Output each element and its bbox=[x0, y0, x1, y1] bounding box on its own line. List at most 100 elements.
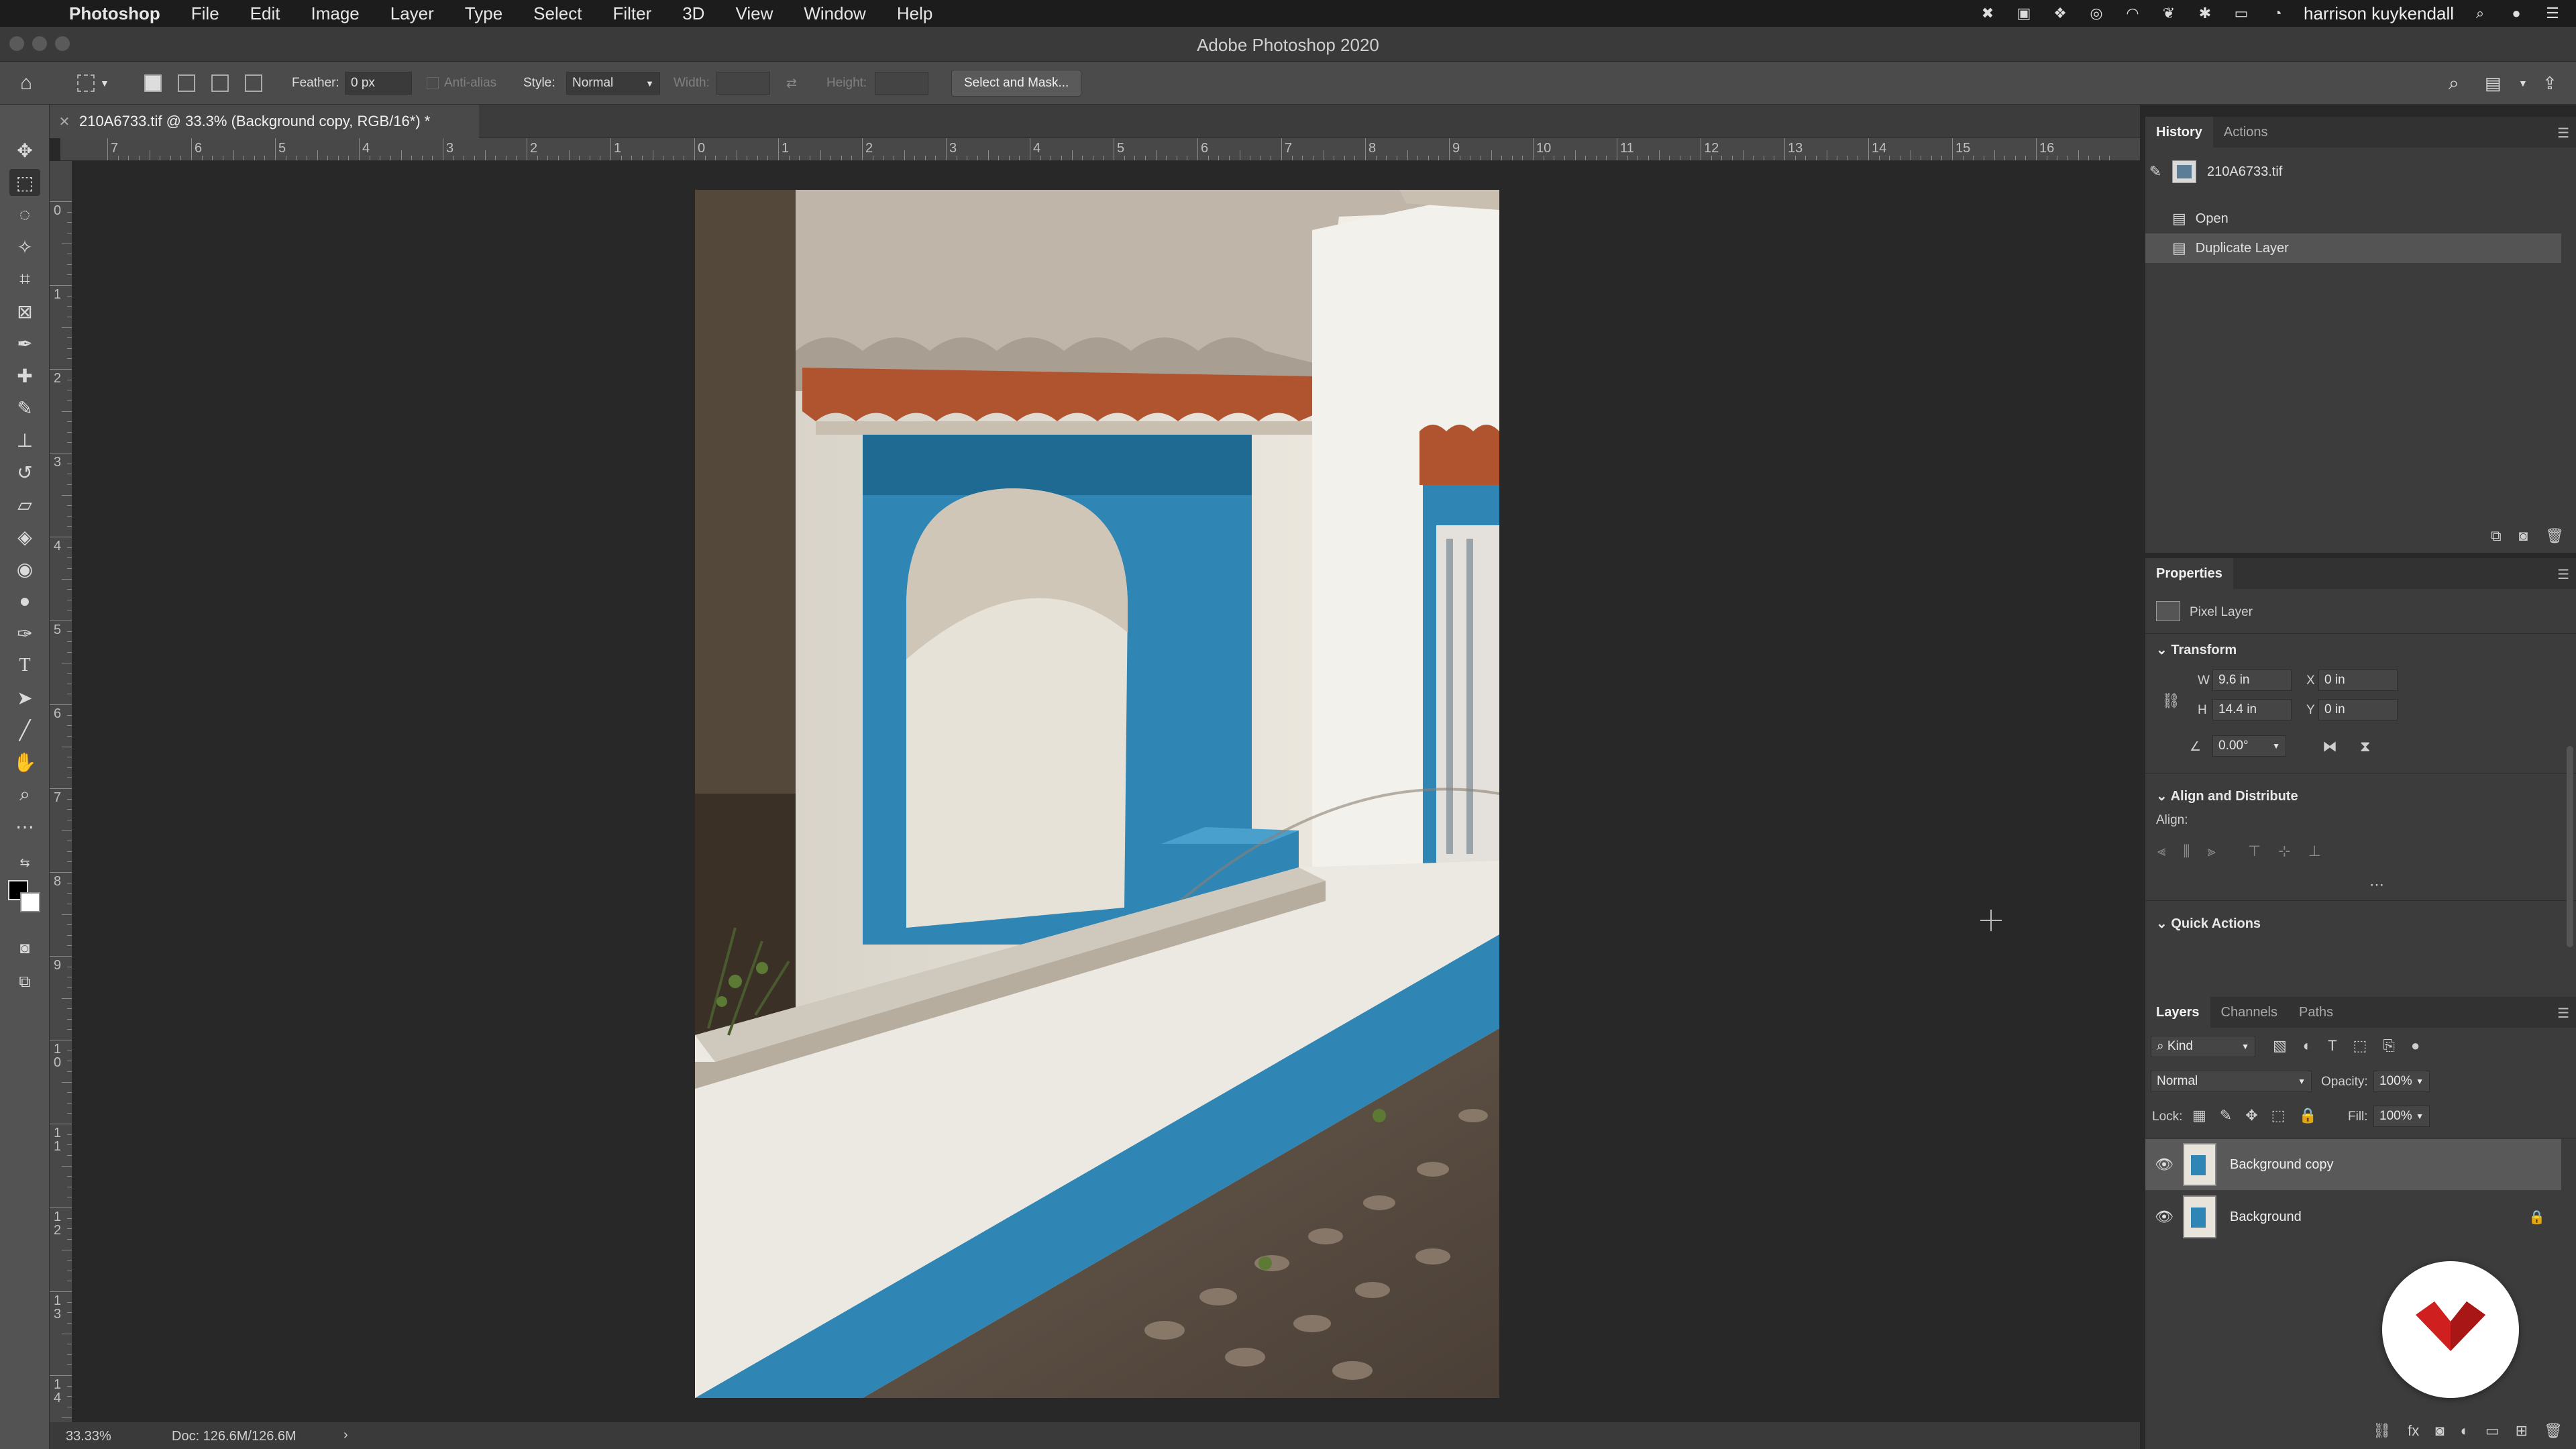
selection-subtract-button[interactable] bbox=[211, 62, 229, 105]
workspace-icon[interactable]: ▤ bbox=[2485, 62, 2502, 105]
link-dimensions-icon[interactable]: ⛓ bbox=[2161, 692, 2180, 710]
layer-row-background-copy[interactable]: 👁 Background copy bbox=[2145, 1139, 2561, 1190]
height-input[interactable] bbox=[875, 72, 928, 95]
menu-edit[interactable]: Edit bbox=[235, 3, 296, 24]
menu-help[interactable]: Help bbox=[881, 3, 948, 24]
tab-properties[interactable]: Properties bbox=[2145, 558, 2233, 589]
vertical-ruler[interactable]: 0 1 2 3 4 5 6 7 8 9 10 11 12 13 14 bbox=[50, 161, 72, 1422]
width-field[interactable]: 9.6 in bbox=[2212, 669, 2292, 691]
gauge-icon[interactable]: ◠ bbox=[2123, 5, 2143, 22]
new-group-icon[interactable]: ▭ bbox=[2485, 1422, 2500, 1440]
layer-filter-select[interactable]: ⌕ Kind ▼ bbox=[2151, 1036, 2255, 1057]
select-and-mask-button[interactable]: Select and Mask... bbox=[951, 70, 1082, 97]
airplay-icon[interactable]: ▭ bbox=[2231, 5, 2251, 22]
menu-3d[interactable]: 3D bbox=[667, 3, 720, 24]
quick-actions-section-header[interactable]: ⌄ Quick Actions bbox=[2156, 915, 2261, 932]
siri-icon[interactable]: ● bbox=[2506, 5, 2526, 22]
lock-position-icon[interactable]: ✥ bbox=[2245, 1107, 2257, 1124]
selection-add-button[interactable] bbox=[178, 62, 195, 105]
align-right-edges-icon[interactable]: ⫸ bbox=[2208, 843, 2216, 860]
zoom-tool-icon[interactable]: ⌕ bbox=[9, 781, 40, 808]
wifi-icon[interactable]: ◔ bbox=[2267, 5, 2288, 22]
close-document-icon[interactable]: ✕ bbox=[50, 113, 79, 130]
brush-tool-icon[interactable]: ✎ bbox=[9, 394, 40, 421]
status-menu-chevron-icon[interactable]: › bbox=[343, 1428, 348, 1443]
flip-vertical-icon[interactable]: ⧗ bbox=[2360, 738, 2370, 755]
filter-toggle-icon[interactable]: ● bbox=[2411, 1037, 2420, 1055]
lock-image-pixels-icon[interactable]: ✎ bbox=[2220, 1107, 2232, 1124]
align-vertical-centers-icon[interactable]: ⊹ bbox=[2278, 843, 2290, 860]
history-panel-menu-icon[interactable]: ☰ bbox=[2557, 125, 2569, 142]
screen-mode-icon[interactable]: ⧉ bbox=[9, 969, 40, 996]
align-bottom-edges-icon[interactable]: ⊥ bbox=[2308, 843, 2321, 860]
bluetooth-icon[interactable]: ✱ bbox=[2195, 5, 2215, 22]
link-layers-icon[interactable]: ⛓ bbox=[2373, 1422, 2392, 1440]
blend-mode-select[interactable]: Normal ▼ bbox=[2151, 1071, 2312, 1092]
feather-input[interactable]: 0 px bbox=[345, 72, 412, 95]
menu-type[interactable]: Type bbox=[449, 3, 518, 24]
zoom-level[interactable]: 33.33% bbox=[66, 1429, 111, 1444]
delete-state-icon[interactable]: 🗑 bbox=[2545, 527, 2564, 545]
background-color-swatch[interactable] bbox=[20, 892, 40, 912]
line-tool-icon[interactable]: ╱ bbox=[9, 716, 40, 743]
notification-center-icon[interactable]: ☰ bbox=[2542, 5, 2563, 22]
visibility-eye-icon[interactable]: 👁 bbox=[2145, 1208, 2183, 1226]
type-tool-icon[interactable]: T bbox=[9, 652, 40, 679]
filter-shape-icon[interactable]: ⬚ bbox=[2353, 1037, 2367, 1055]
menu-select[interactable]: Select bbox=[518, 3, 597, 24]
eraser-tool-icon[interactable]: ▱ bbox=[9, 491, 40, 518]
menu-file[interactable]: File bbox=[176, 3, 235, 24]
document-image[interactable] bbox=[695, 190, 1499, 1398]
properties-panel-menu-icon[interactable]: ☰ bbox=[2557, 566, 2569, 583]
history-brush-tool-icon[interactable]: ↺ bbox=[9, 459, 40, 486]
add-mask-icon[interactable]: ◙ bbox=[2435, 1422, 2444, 1440]
pen-tool-icon[interactable]: ✑ bbox=[9, 620, 40, 647]
eyedropper-tool-icon[interactable]: ✒ bbox=[9, 330, 40, 357]
marquee-preset-picker[interactable]: ▼ bbox=[77, 62, 109, 105]
filter-smart-object-icon[interactable]: ⎘ bbox=[2383, 1037, 2395, 1055]
new-snapshot-icon[interactable]: ◙ bbox=[2519, 527, 2528, 545]
crop-tool-icon[interactable]: ⌗ bbox=[9, 266, 40, 292]
swap-colors-icon[interactable]: ⇆ bbox=[9, 849, 40, 876]
opacity-field[interactable]: 100% ▼ bbox=[2373, 1071, 2430, 1092]
tab-paths[interactable]: Paths bbox=[2288, 997, 2344, 1028]
tray-close-icon[interactable]: ✖ bbox=[1978, 5, 1998, 22]
dodge-tool-icon[interactable]: ● bbox=[9, 588, 40, 614]
fill-field[interactable]: 100% ▼ bbox=[2373, 1106, 2430, 1127]
delete-layer-icon[interactable]: 🗑 bbox=[2544, 1422, 2563, 1440]
history-snapshot[interactable]: ✎ 210A6733.tif bbox=[2145, 157, 2561, 186]
filter-type-icon[interactable]: T bbox=[2328, 1037, 2337, 1055]
filter-adjustment-icon[interactable]: ◐ bbox=[2303, 1037, 2312, 1055]
quick-mask-icon[interactable]: ◙ bbox=[9, 935, 40, 962]
layer-style-fx-icon[interactable]: fx bbox=[2408, 1422, 2419, 1440]
menu-app-photoshop[interactable]: Photoshop bbox=[54, 3, 176, 24]
spotlight-search-icon[interactable]: ⌕ bbox=[2470, 5, 2490, 22]
hand-tool-icon[interactable]: ✋ bbox=[9, 749, 40, 775]
menu-filter[interactable]: Filter bbox=[597, 3, 667, 24]
new-adjustment-layer-icon[interactable]: ◐ bbox=[2461, 1422, 2469, 1440]
dropbox-icon[interactable]: ❖ bbox=[2050, 5, 2070, 22]
align-section-header[interactable]: ⌄ Align and Distribute bbox=[2156, 788, 2298, 804]
magic-wand-tool-icon[interactable]: ✧ bbox=[9, 233, 40, 260]
leaf-icon[interactable]: ❦ bbox=[2159, 5, 2179, 22]
x-field[interactable]: 0 in bbox=[2318, 669, 2398, 691]
lock-transparent-pixels-icon[interactable]: ▦ bbox=[2192, 1107, 2206, 1124]
flip-horizontal-icon[interactable]: ⧓ bbox=[2322, 738, 2337, 755]
search-icon[interactable]: ⌕ bbox=[2449, 62, 2459, 105]
style-select[interactable]: Normal ▼ bbox=[566, 72, 660, 95]
menu-view[interactable]: View bbox=[720, 3, 788, 24]
new-layer-icon[interactable]: ⊞ bbox=[2516, 1422, 2528, 1440]
healing-brush-tool-icon[interactable]: ✚ bbox=[9, 362, 40, 389]
clone-stamp-tool-icon[interactable]: ⊥ bbox=[9, 427, 40, 453]
layer-row-background[interactable]: 👁 Background 🔒 bbox=[2145, 1191, 2561, 1242]
align-horizontal-centers-icon[interactable]: ⫼ bbox=[2183, 843, 2190, 860]
path-selection-tool-icon[interactable]: ➤ bbox=[9, 684, 40, 711]
selection-new-button[interactable] bbox=[144, 62, 162, 105]
history-step-open[interactable]: ▤ Open bbox=[2145, 204, 2561, 233]
visibility-eye-icon[interactable]: 👁 bbox=[2145, 1156, 2183, 1173]
history-step-duplicate-layer[interactable]: ▤ Duplicate Layer bbox=[2145, 233, 2561, 263]
creative-cloud-icon[interactable]: ◎ bbox=[2086, 5, 2106, 22]
home-icon[interactable]: ⌂ bbox=[20, 62, 32, 105]
layers-panel-menu-icon[interactable]: ☰ bbox=[2557, 1005, 2569, 1022]
tab-history[interactable]: History bbox=[2145, 117, 2213, 148]
